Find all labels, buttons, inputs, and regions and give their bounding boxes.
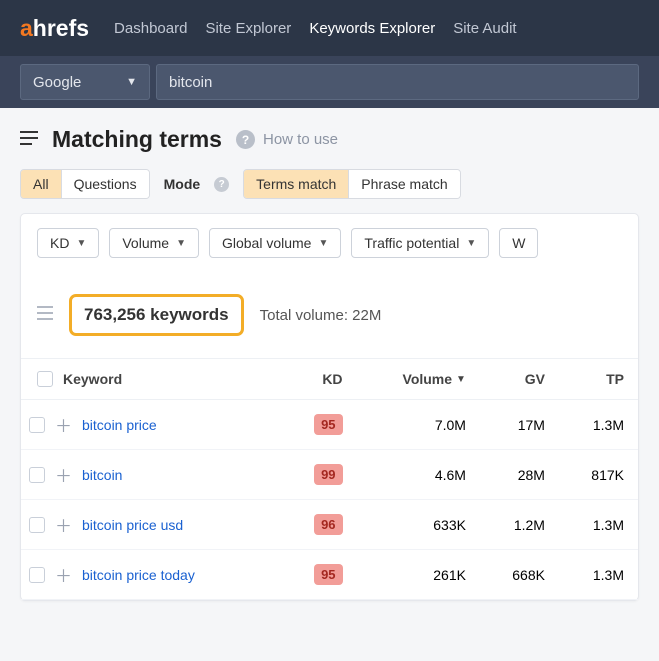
chevron-down-icon: ▼ (176, 238, 186, 249)
filter-label: Traffic potential (364, 235, 459, 251)
help-link[interactable]: How to use (263, 131, 338, 148)
row-checkbox[interactable] (29, 517, 45, 533)
filter-volume[interactable]: Volume ▼ (109, 228, 199, 258)
logo[interactable]: ahrefs (20, 15, 89, 42)
cell-gv: 1.2M (480, 500, 559, 550)
type-tabs: All Questions (20, 169, 150, 199)
mode-help-icon[interactable]: ? (214, 177, 229, 192)
kd-badge: 95 (314, 564, 342, 585)
chevron-down-icon: ▼ (466, 238, 476, 249)
grip-icon[interactable] (37, 306, 53, 325)
sort-desc-icon: ▼ (456, 374, 466, 385)
keyword-link[interactable]: bitcoin price (82, 417, 157, 433)
tab-phrase-match[interactable]: Phrase match (348, 170, 459, 198)
cell-gv: 668K (480, 550, 559, 600)
tab-all[interactable]: All (21, 170, 61, 198)
chevron-down-icon: ▼ (318, 238, 328, 249)
cell-kd: 96 (284, 500, 357, 550)
filter-label: Global volume (222, 235, 312, 251)
nav-keywords-explorer[interactable]: Keywords Explorer (309, 20, 435, 37)
report-header: Matching terms ? How to use (0, 108, 659, 169)
cell-tp: 1.3M (559, 400, 638, 450)
summary-row: 763,256 keywords Total volume: 22M (21, 272, 638, 358)
cell-kd: 95 (284, 400, 357, 450)
select-all-checkbox[interactable] (37, 371, 53, 387)
logo-rest: hrefs (33, 15, 89, 41)
filter-label: KD (50, 235, 69, 251)
engine-label: Google (33, 74, 81, 91)
expand-icon[interactable]: ＋ (55, 462, 72, 487)
table-row: ＋ bitcoin price today 95 261K668K1.3M (21, 550, 638, 600)
col-keyword[interactable]: Keyword (21, 359, 284, 400)
cell-tp: 1.3M (559, 550, 638, 600)
filter-label: Volume (122, 235, 169, 251)
nav-dashboard[interactable]: Dashboard (114, 20, 187, 37)
col-tp[interactable]: TP (559, 359, 638, 400)
row-checkbox[interactable] (29, 467, 45, 483)
nav-site-explorer[interactable]: Site Explorer (205, 20, 291, 37)
cell-gv: 28M (480, 450, 559, 500)
nav-items: Dashboard Site Explorer Keywords Explore… (114, 20, 517, 37)
row-checkbox[interactable] (29, 417, 45, 433)
logo-accent: a (20, 15, 33, 41)
help-icon[interactable]: ? (236, 130, 255, 149)
col-gv[interactable]: GV (480, 359, 559, 400)
col-keyword-label: Keyword (63, 371, 122, 387)
cell-volume: 4.6M (357, 450, 480, 500)
filter-traffic-potential[interactable]: Traffic potential ▼ (351, 228, 489, 258)
kd-badge: 95 (314, 414, 342, 435)
keyword-link[interactable]: bitcoin (82, 467, 122, 483)
table-row: ＋ bitcoin price usd 96 633K1.2M1.3M (21, 500, 638, 550)
cell-gv: 17M (480, 400, 559, 450)
filter-kd[interactable]: KD ▼ (37, 228, 99, 258)
expand-icon[interactable]: ＋ (55, 562, 72, 587)
col-kd[interactable]: KD (284, 359, 357, 400)
mode-tabs: Terms match Phrase match (243, 169, 461, 199)
row-checkbox[interactable] (29, 567, 45, 583)
filter-cutoff[interactable]: W (499, 228, 538, 258)
chevron-down-icon: ▼ (76, 238, 86, 249)
keyword-count: 763,256 keywords (69, 294, 244, 336)
cell-volume: 261K (357, 550, 480, 600)
results-table: Keyword KD Volume ▼ GV TP ＋ bitcoin price… (21, 358, 638, 600)
col-volume-label: Volume (403, 371, 453, 387)
controls-row: All Questions Mode ? Terms match Phrase … (0, 169, 659, 213)
cell-volume: 7.0M (357, 400, 480, 450)
keyword-link[interactable]: bitcoin price today (82, 567, 195, 583)
cell-kd: 95 (284, 550, 357, 600)
chevron-down-icon: ▼ (126, 76, 137, 88)
results-card: KD▼ Volume▼ Global volume▼ Traffic poten… (20, 213, 639, 601)
cell-volume: 633K (357, 500, 480, 550)
page-title: Matching terms (52, 126, 222, 153)
table-row: ＋ bitcoin price 95 7.0M17M1.3M (21, 400, 638, 450)
filter-global-volume[interactable]: Global volume ▼ (209, 228, 341, 258)
keyword-link[interactable]: bitcoin price usd (82, 517, 183, 533)
filter-label: W (512, 235, 525, 251)
cell-tp: 1.3M (559, 500, 638, 550)
search-input[interactable] (156, 64, 639, 100)
menu-icon[interactable] (20, 129, 38, 150)
tab-terms-match[interactable]: Terms match (244, 170, 348, 198)
cell-kd: 99 (284, 450, 357, 500)
col-volume[interactable]: Volume ▼ (357, 359, 480, 400)
nav-site-audit[interactable]: Site Audit (453, 20, 516, 37)
expand-icon[interactable]: ＋ (55, 412, 72, 437)
kd-badge: 96 (314, 514, 342, 535)
expand-icon[interactable]: ＋ (55, 512, 72, 537)
filters-row: KD ▼ Volume ▼ Global volume ▼ Traffic poten… (21, 214, 638, 272)
top-nav: ahrefs Dashboard Site Explorer Keywords … (0, 0, 659, 56)
mode-label: Mode (164, 176, 201, 192)
engine-dropdown[interactable]: Google ▼ (20, 64, 150, 100)
total-volume: Total volume: 22M (260, 307, 382, 324)
tab-questions[interactable]: Questions (61, 170, 149, 198)
cell-tp: 817K (559, 450, 638, 500)
table-row: ＋ bitcoin 99 4.6M28M817K (21, 450, 638, 500)
kd-badge: 99 (314, 464, 342, 485)
search-bar: Google ▼ (0, 56, 659, 108)
